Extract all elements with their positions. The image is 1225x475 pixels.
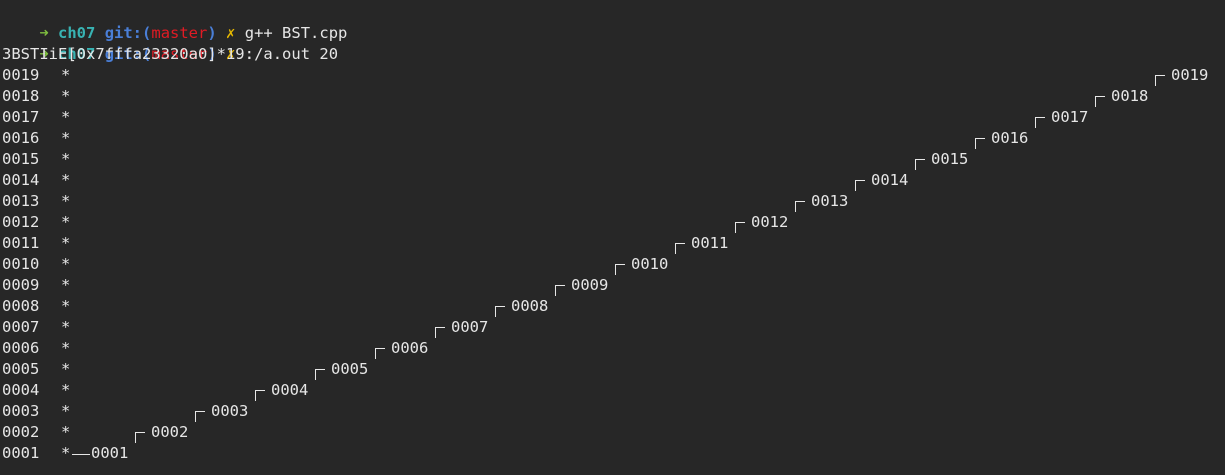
tree-node: 0006	[391, 339, 429, 357]
tree-node: 0007	[451, 318, 489, 336]
row-label: 0011	[2, 234, 40, 252]
row-label: 0003	[2, 402, 40, 420]
row-label: 0015	[2, 150, 40, 168]
row-label: 0017	[2, 108, 40, 126]
row-label: 0014	[2, 171, 40, 189]
tree-connector	[555, 285, 565, 296]
row-label: 0008	[2, 297, 40, 315]
row-marker: *	[61, 402, 71, 420]
row-marker: *	[61, 234, 71, 252]
tree-node: 0002	[151, 423, 189, 441]
tree-node: 0017	[1051, 108, 1089, 126]
tree-node: 0010	[631, 255, 669, 273]
row-marker: *	[61, 444, 71, 462]
row-label: 0001	[2, 444, 40, 462]
row-label: 0013	[2, 192, 40, 210]
row-marker: *	[61, 87, 71, 105]
tree-connector	[795, 201, 805, 212]
tree-connector	[195, 411, 205, 422]
row-marker: *	[61, 213, 71, 231]
row-marker: *	[61, 171, 71, 189]
tree-connector	[495, 306, 505, 317]
tree-connector	[915, 159, 925, 170]
terminal-window[interactable]: ➜ ch07 git:(master) ✗ g++ BST.cpp ➜ ch07…	[0, 0, 1225, 475]
tree-connector	[1095, 96, 1105, 107]
tree-node: 0012	[751, 213, 789, 231]
row-marker: *	[61, 108, 71, 126]
row-label: 0009	[2, 276, 40, 294]
row-label: 0018	[2, 87, 40, 105]
tree-connector	[255, 390, 265, 401]
tree-connector	[135, 432, 145, 443]
tree-node: 0018	[1111, 87, 1149, 105]
row-marker: *	[61, 150, 71, 168]
tree-connector	[375, 348, 385, 359]
tree-connector	[615, 264, 625, 275]
row-marker: *	[61, 192, 71, 210]
row-marker: *	[61, 255, 71, 273]
tree-connector	[735, 222, 745, 233]
tree-connector	[975, 138, 985, 149]
tree-node: 0019	[1171, 66, 1209, 84]
row-marker: *	[61, 360, 71, 378]
tree-connector	[435, 327, 445, 338]
row-label: 0016	[2, 129, 40, 147]
output-header: 3BSTIiE[0x7fffa23320a0]*19:	[2, 45, 254, 63]
tree-node: 0008	[511, 297, 549, 315]
tree-node: 0001	[91, 444, 129, 462]
row-label: 0012	[2, 213, 40, 231]
row-label: 0004	[2, 381, 40, 399]
row-marker: *	[61, 129, 71, 147]
tree-connector	[1035, 117, 1045, 128]
tree-node: 0014	[871, 171, 909, 189]
prompt-line-2: ➜ ch07 git:(master) ✗ ./a.out 20	[2, 23, 338, 63]
tree-node: 0003	[211, 402, 249, 420]
tree-node: 0013	[811, 192, 849, 210]
tree-connector	[675, 243, 685, 254]
row-label: 0010	[2, 255, 40, 273]
row-marker: *	[61, 381, 71, 399]
row-label: 0006	[2, 339, 40, 357]
row-label: 0019	[2, 66, 40, 84]
row-label: 0002	[2, 423, 40, 441]
row-marker: *	[61, 297, 71, 315]
tree-node: 0015	[931, 150, 969, 168]
tree-node: 0004	[271, 381, 309, 399]
row-label: 0007	[2, 318, 40, 336]
tree-node: 0005	[331, 360, 369, 378]
tree-node: 0009	[571, 276, 609, 294]
tree-connector	[1155, 75, 1165, 86]
row-marker: *	[61, 276, 71, 294]
tree-node: 0011	[691, 234, 729, 252]
tree-connector	[855, 180, 865, 191]
row-label: 0005	[2, 360, 40, 378]
row-marker: *	[61, 423, 71, 441]
row-marker: *	[61, 318, 71, 336]
root-connector	[72, 454, 90, 455]
prompt-line-1: ➜ ch07 git:(master) ✗ g++ BST.cpp	[2, 2, 347, 42]
tree-node: 0016	[991, 129, 1029, 147]
row-marker: *	[61, 339, 71, 357]
row-marker: *	[61, 66, 71, 84]
prompt-command: ./a.out 20	[244, 45, 339, 63]
tree-connector	[315, 369, 325, 380]
